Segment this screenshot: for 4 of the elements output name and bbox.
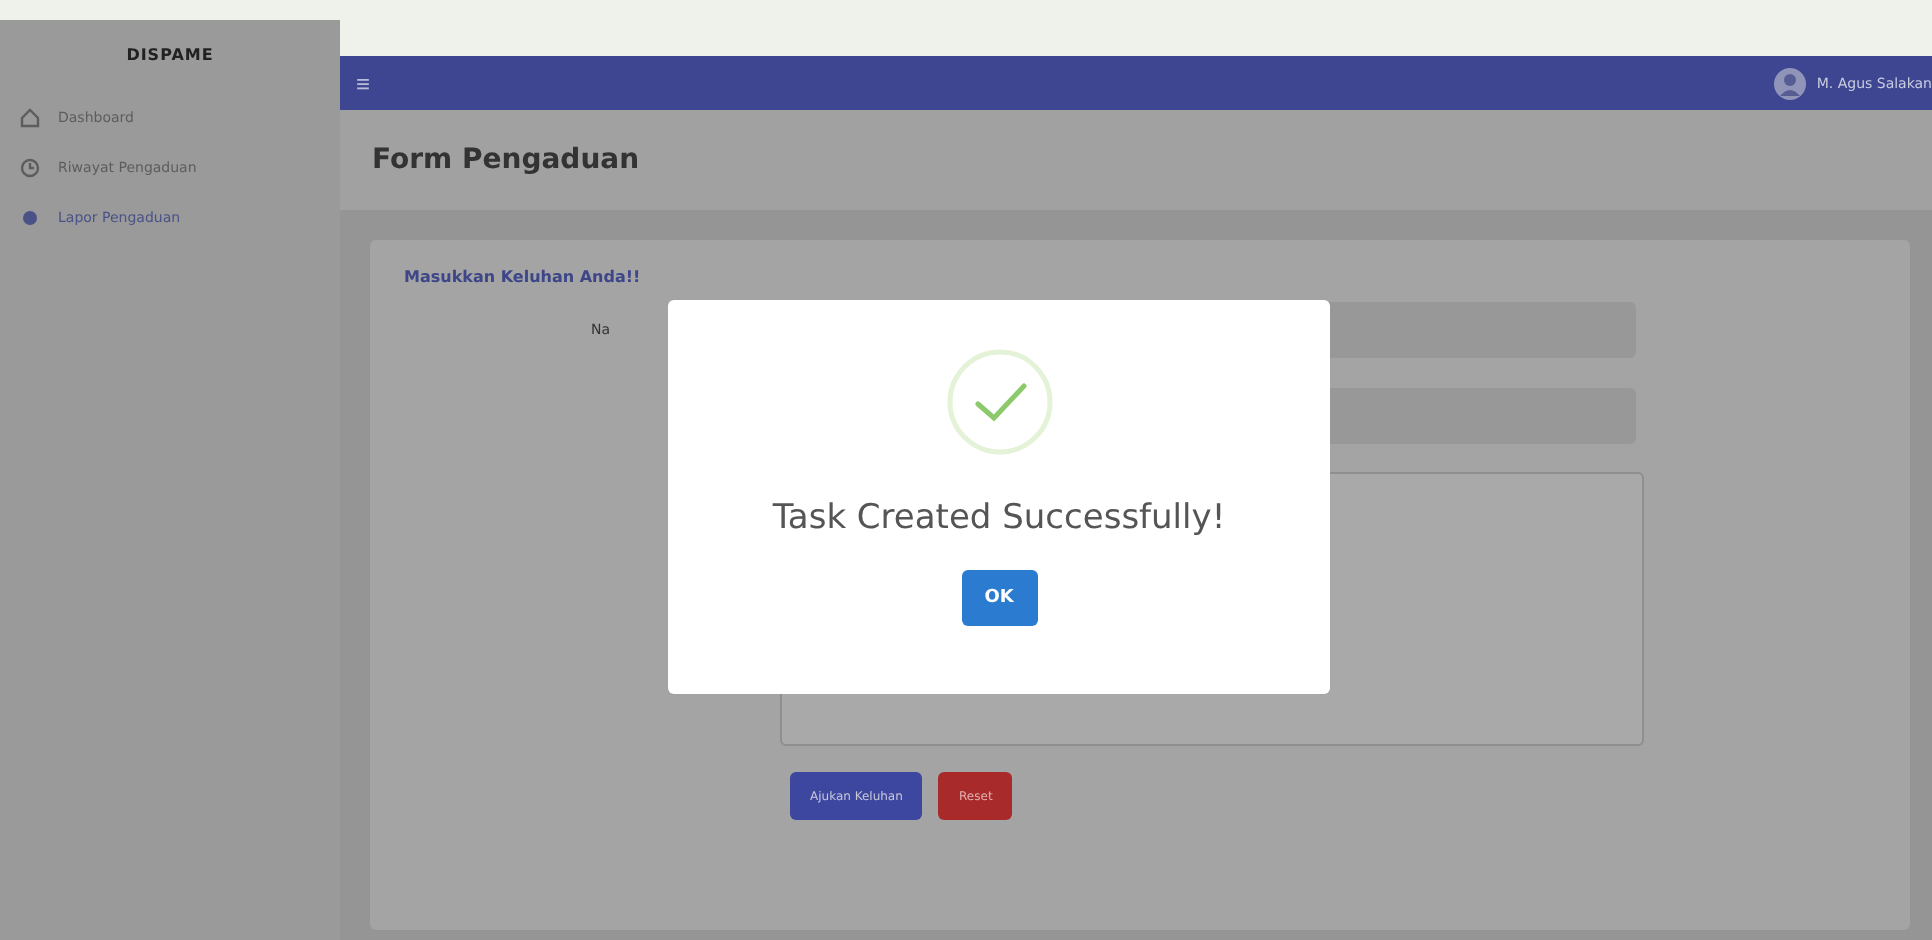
brand-title: DISPAME xyxy=(126,46,214,64)
form-heading: Masukkan Keluhan Anda!! xyxy=(404,268,643,286)
dialog-message: Task Created Successfully! xyxy=(772,498,1226,538)
page-title: Form Pengaduan xyxy=(372,144,640,176)
